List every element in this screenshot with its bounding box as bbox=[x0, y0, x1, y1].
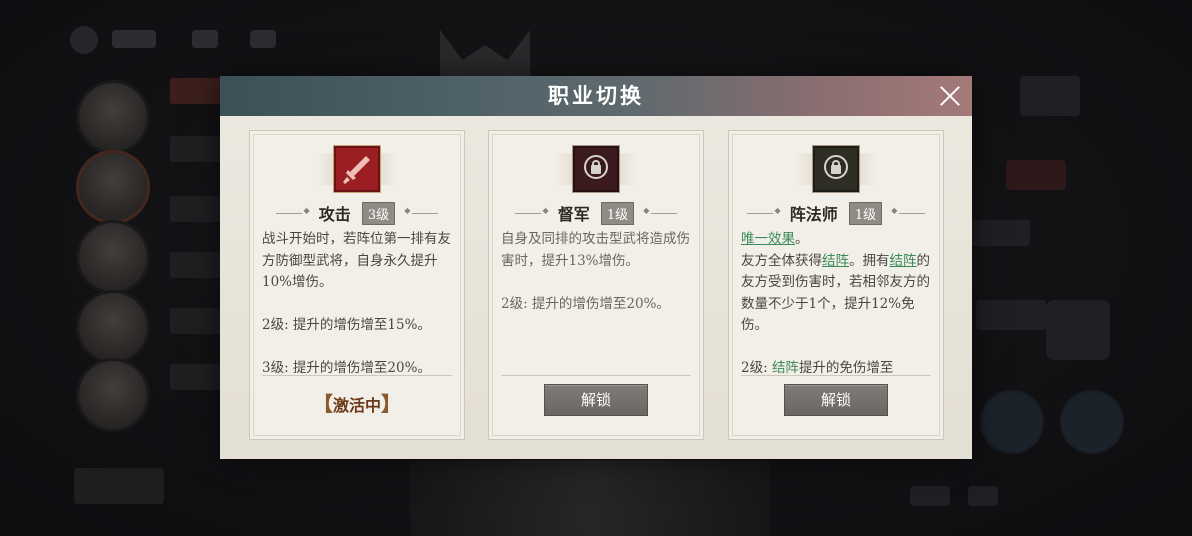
description-paragraph: 2级: 提升的增伤增至15%。 bbox=[262, 317, 431, 333]
title-ornament bbox=[746, 206, 781, 215]
profession-icon-frame bbox=[317, 143, 397, 195]
lock-icon bbox=[573, 146, 619, 192]
description-text: 友方全体获得 bbox=[741, 252, 822, 269]
profession-description[interactable]: 战斗开始时，若阵位第一排有友方防御型武将，自身永久提升10%增伤。 2级: 提升… bbox=[262, 229, 454, 377]
formation-keyword-link[interactable]: 结阵 bbox=[890, 253, 917, 269]
dialog-title: 职业切换 bbox=[548, 83, 644, 108]
dialog-header: 职业切换 bbox=[220, 76, 972, 116]
card-title-row: 攻击 3级 bbox=[250, 201, 464, 225]
sword-icon bbox=[334, 146, 380, 192]
profession-name: 阵法师 bbox=[789, 205, 838, 224]
formation-keyword-link[interactable]: 结阵 bbox=[772, 360, 799, 376]
profession-icon-frame bbox=[796, 143, 876, 195]
card-divider bbox=[262, 375, 452, 376]
active-status-badge: 【激活中】 bbox=[312, 392, 402, 416]
description-text: 。 bbox=[795, 231, 809, 247]
title-ornament bbox=[891, 206, 926, 215]
description-text: 2级: bbox=[741, 360, 772, 376]
lock-icon bbox=[813, 146, 859, 192]
profession-switch-dialog: 职业切换 攻击 3级 战斗开始时，若阵位第一排有友方防御型武将，自身永久提升10… bbox=[220, 76, 972, 459]
profession-name: 攻击 bbox=[318, 205, 351, 224]
title-ornament bbox=[643, 206, 678, 215]
profession-name: 督军 bbox=[557, 205, 590, 224]
level-badge: 1级 bbox=[600, 201, 635, 225]
profession-card-attack[interactable]: 攻击 3级 战斗开始时，若阵位第一排有友方防御型武将，自身永久提升10%增伤。 … bbox=[249, 130, 465, 440]
active-status-label: 激活中 bbox=[332, 396, 382, 415]
level-badge: 1级 bbox=[848, 201, 883, 225]
description-paragraph: 友方全体获得结阵。拥有结阵的友方受到伤害时，若相邻友方的数量不少于1个，提升12… bbox=[741, 251, 933, 337]
description-paragraph: 唯一效果。 bbox=[741, 229, 933, 251]
unlock-button[interactable]: 解锁 bbox=[544, 384, 648, 416]
description-text: 。拥有 bbox=[849, 252, 890, 269]
profession-card-commander[interactable]: 督军 1级 自身及同排的攻击型武将造成伤害时，提升13%增伤。 2级: 提升的增… bbox=[488, 130, 704, 440]
title-ornament bbox=[404, 206, 439, 215]
description-paragraph: 战斗开始时，若阵位第一排有友方防御型武将，自身永久提升10%增伤。 bbox=[262, 231, 451, 290]
title-ornament bbox=[514, 206, 549, 215]
title-ornament bbox=[275, 206, 310, 215]
card-title-row: 督军 1级 bbox=[489, 201, 703, 225]
level-badge: 3级 bbox=[361, 201, 396, 225]
description-paragraph: 自身及同排的攻击型武将造成伤害时，提升13%增伤。 bbox=[501, 231, 690, 269]
unlock-button[interactable]: 解锁 bbox=[784, 384, 888, 416]
close-icon[interactable] bbox=[938, 84, 962, 108]
profession-description[interactable]: 自身及同排的攻击型武将造成伤害时，提升13%增伤。 2级: 提升的增伤增至20%… bbox=[501, 229, 693, 377]
card-divider bbox=[741, 375, 931, 376]
profession-icon-frame bbox=[556, 143, 636, 195]
description-text: 提升的免伤增至 bbox=[798, 360, 894, 376]
card-title-row: 阵法师 1级 bbox=[729, 201, 943, 225]
profession-description[interactable]: 唯一效果。 友方全体获得结阵。拥有结阵的友方受到伤害时，若相邻友方的数量不少于1… bbox=[741, 229, 933, 377]
description-paragraph: 2级: 提升的增伤增至20%。 bbox=[501, 295, 670, 312]
formation-keyword-link[interactable]: 结阵 bbox=[822, 253, 849, 269]
card-divider bbox=[501, 375, 691, 376]
profession-card-tactician[interactable]: 阵法师 1级 唯一效果。 友方全体获得结阵。拥有结阵的友方受到伤害时，若相邻友方… bbox=[728, 130, 944, 440]
unique-effect-link[interactable]: 唯一效果 bbox=[741, 231, 795, 247]
